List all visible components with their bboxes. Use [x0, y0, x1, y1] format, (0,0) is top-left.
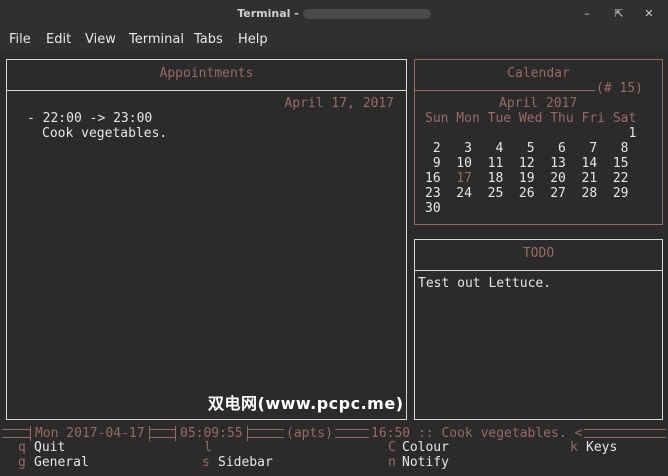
key-l: l [204, 440, 212, 455]
calendar-week-4[interactable]: 16 17 18 19 20 21 22 [425, 171, 629, 186]
status-mode: (apts) [284, 426, 335, 441]
appointments-divider [7, 90, 406, 91]
status-clock: 05:09:55 [175, 426, 248, 441]
menubar: File Edit View Terminal Tabs Help [0, 28, 668, 52]
appointment-description[interactable]: Cook vegetables. [42, 126, 167, 141]
maximize-icon[interactable]: ⇱ [612, 7, 626, 21]
calendar-month: April 2017 [499, 96, 578, 111]
window-title-text: Terminal - [237, 7, 299, 20]
appointments-panel: Appointments April 17, 2017 - 22:00 -> 2… [6, 59, 407, 420]
status-date: Mon 2017-04-17 [30, 426, 150, 441]
minimize-icon[interactable]: – [580, 7, 594, 21]
key-label-keys: Keys [586, 440, 618, 455]
menu-help[interactable]: Help [238, 32, 268, 47]
menu-view[interactable]: View [85, 32, 116, 47]
calendar-divider [415, 90, 595, 91]
key-n: n [388, 455, 396, 470]
calendar-week-3[interactable]: 9 10 11 12 13 14 15 [425, 156, 629, 171]
calendar-week-6[interactable]: 30 [425, 201, 441, 216]
todo-item[interactable]: Test out Lettuce. [418, 276, 551, 291]
key-g: g [18, 455, 26, 470]
todo-divider [415, 270, 662, 271]
menu-terminal[interactable]: Terminal [129, 32, 184, 47]
appointments-date: April 17, 2017 [284, 96, 394, 111]
watermark: 双电网(www.pcpc.me) [208, 394, 404, 413]
calendar-selected-day[interactable]: 17 [456, 171, 472, 186]
calendar-week-number: (# 15) [596, 81, 643, 96]
window-title: Terminal - [0, 7, 668, 20]
status-bar: Mon 2017-04-17 05:09:55 (apts) 16:50 :: … [2, 426, 666, 442]
status-next-appointment: 16:50 :: Cook vegetables. < [369, 426, 585, 441]
menu-tabs[interactable]: Tabs [194, 32, 223, 47]
redacted-title [302, 9, 431, 19]
todo-header: TODO [522, 246, 555, 261]
menu-edit[interactable]: Edit [46, 32, 71, 47]
menu-file[interactable]: File [9, 32, 31, 47]
window-titlebar: Terminal - – ⇱ ✕ [0, 0, 668, 28]
calendar-week-1[interactable]: 1 [425, 126, 636, 141]
key-s: s [202, 455, 210, 470]
calendar-week-5[interactable]: 23 24 25 26 27 28 29 [425, 186, 629, 201]
close-icon[interactable]: ✕ [642, 7, 656, 21]
todo-panel: TODO Test out Lettuce. [414, 239, 663, 420]
key-label-sidebar: Sidebar [218, 455, 273, 470]
appointments-header: Appointments [159, 66, 254, 81]
key-label-quit: Quit [34, 440, 66, 455]
key-label-colour: Colour [402, 440, 449, 455]
calendar-header: Calendar [507, 66, 570, 81]
key-c: C [388, 440, 396, 455]
key-q: q [18, 440, 26, 455]
key-k: k [570, 440, 578, 455]
calendar-panel: Calendar (# 15) April 2017 Sun Mon Tue W… [414, 59, 663, 225]
appointment-time[interactable]: - 22:00 -> 23:00 [27, 111, 152, 126]
calendar-week-2[interactable]: 2 3 4 5 6 7 8 [425, 141, 629, 156]
key-label-general: General [34, 455, 89, 470]
calendar-weekdays: Sun Mon Tue Wed Thu Fri Sat [425, 111, 637, 126]
key-label-notify: Notify [402, 455, 449, 470]
